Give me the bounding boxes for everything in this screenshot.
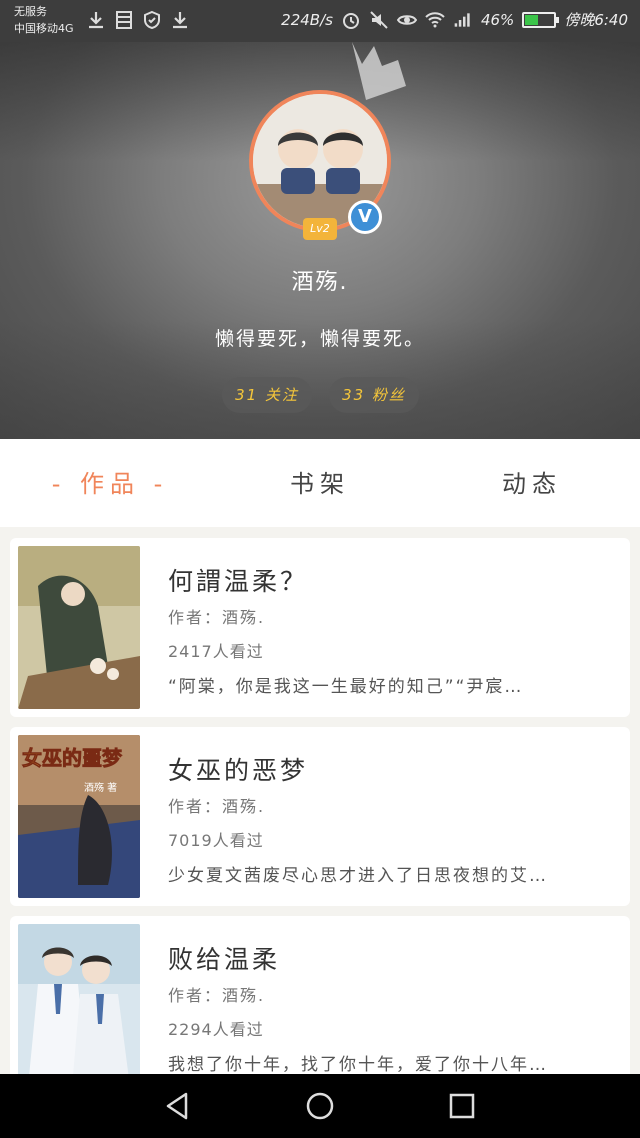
- book-author: 作者：酒殇.: [168, 797, 266, 816]
- following-button[interactable]: 31 关注: [222, 377, 312, 413]
- crown-decoration: [352, 42, 406, 100]
- recent-apps-icon[interactable]: [444, 1088, 480, 1124]
- battery-fill: [525, 14, 539, 25]
- cover-author-text: 酒殇 著: [84, 781, 117, 794]
- book-cover-image: 女巫的噩梦 酒殇 著: [18, 735, 140, 898]
- profile-tabs: - 作品 - 书架 动态: [0, 439, 640, 527]
- battery-icon: [522, 11, 560, 28]
- book-excerpt: 我想了你十年，找了你十年，爱了你十八年…: [168, 1055, 548, 1075]
- followers-button[interactable]: 33 粉丝: [329, 377, 419, 413]
- level-badge: Lv2: [303, 218, 337, 240]
- tab-activity[interactable]: 动态: [462, 439, 602, 527]
- shield-icon: [144, 10, 160, 30]
- carrier-line-2: 中国移动4G: [14, 22, 74, 35]
- system-nav-bar: [0, 1074, 640, 1138]
- mute-icon: [370, 10, 388, 29]
- book-card[interactable]: 何謂温柔？ 作者：酒殇. 2417人看过 “阿棠，你是我这一生最好的知己”“尹宸…: [10, 538, 630, 717]
- notification-icons: [86, 10, 190, 30]
- verified-badge: V: [348, 200, 382, 234]
- home-icon[interactable]: [302, 1088, 338, 1124]
- tab-works[interactable]: - 作品 -: [40, 439, 180, 527]
- book-title: 败给温柔: [168, 945, 281, 974]
- book-card[interactable]: 女巫的噩梦 酒殇 著 女巫的恶梦 作者：酒殇. 7019人看过 少女夏文茜废尽心…: [10, 727, 630, 906]
- tab-bookshelf[interactable]: 书架: [250, 439, 390, 527]
- carrier-line-1: 无服务: [14, 5, 47, 18]
- download-icon: [89, 12, 103, 29]
- book-title: 何謂温柔？: [168, 567, 309, 596]
- user-bio: 懒得要死，懒得要死。: [214, 328, 425, 350]
- wifi-icon: [425, 11, 445, 27]
- storage-icon: [116, 11, 132, 29]
- book-card[interactable]: 败给温柔 作者：酒殇. 2294人看过 我想了你十年，找了你十年，爱了你十八年…: [10, 916, 630, 1095]
- clock: 傍晚6:40: [564, 11, 628, 29]
- book-excerpt: “阿棠，你是我这一生最好的知己”“尹宸…: [168, 677, 524, 697]
- book-views: 2417人看过: [168, 642, 264, 661]
- username: 酒殇.: [291, 270, 349, 295]
- cover-title-text: 女巫的噩梦: [22, 746, 123, 770]
- signal-icon: [454, 12, 470, 27]
- book-list: 何謂温柔？ 作者：酒殇. 2417人看过 “阿棠，你是我这一生最好的知己”“尹宸…: [10, 538, 630, 1105]
- net-speed: 224B/s: [281, 10, 333, 29]
- status-bar: 无服务 中国移动4G 224B/s 46% 傍晚6:40: [0, 0, 640, 42]
- book-title: 女巫的恶梦: [168, 756, 309, 785]
- back-icon[interactable]: [160, 1088, 196, 1124]
- carrier-info: 无服务 中国移动4G: [14, 3, 74, 37]
- download-icon: [173, 12, 187, 29]
- eye-icon: [396, 14, 417, 25]
- book-views: 2294人看过: [168, 1020, 264, 1039]
- book-author: 作者：酒殇.: [168, 986, 266, 1005]
- status-right: 224B/s 46% 傍晚6:40: [281, 9, 628, 30]
- alarm-icon: [342, 12, 359, 29]
- battery-percent: 46%: [480, 10, 515, 29]
- book-cover-image: [18, 924, 140, 1087]
- book-views: 7019人看过: [168, 831, 264, 850]
- profile-header: Lv2 V 酒殇. 懒得要死，懒得要死。 31 关注 33 粉丝: [0, 42, 640, 439]
- book-author: 作者：酒殇.: [168, 608, 266, 627]
- book-cover-image: [18, 546, 140, 709]
- book-excerpt: 少女夏文茜废尽心思才进入了日思夜想的艾…: [168, 866, 548, 886]
